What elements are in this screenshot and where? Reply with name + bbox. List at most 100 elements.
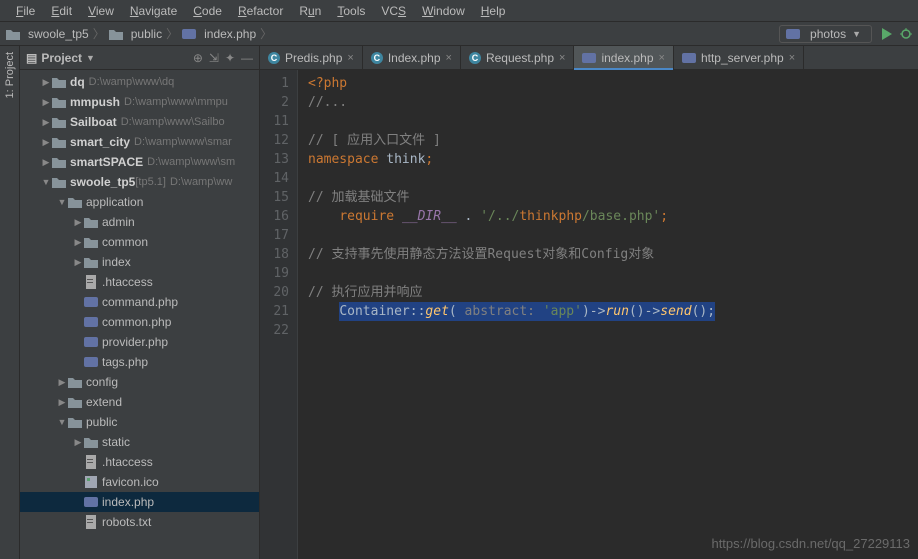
tool-window-stripe: 1: Project	[0, 46, 20, 559]
tree-row[interactable]: index.php	[20, 492, 259, 512]
editor-tab[interactable]: index.php×	[574, 46, 673, 69]
hide-icon[interactable]: —	[241, 51, 253, 65]
project-tool-tab[interactable]: 1: Project	[4, 52, 16, 98]
chevron-down-icon[interactable]: ▼	[86, 53, 95, 63]
dir-icon	[52, 135, 66, 149]
expand-arrow-icon[interactable]: ▶	[72, 237, 84, 248]
menu-navigate[interactable]: Navigate	[122, 2, 185, 20]
tree-row[interactable]: command.php	[20, 292, 259, 312]
breadcrumb-item[interactable]: index.php	[182, 27, 256, 41]
menu-refactor[interactable]: Refactor	[230, 2, 291, 20]
tree-label: config	[86, 375, 118, 389]
expand-arrow-icon[interactable]: ▶	[40, 137, 52, 148]
expand-arrow-icon[interactable]: ▶	[40, 117, 52, 128]
menu-help[interactable]: Help	[473, 2, 514, 20]
menu-tools[interactable]: Tools	[329, 2, 373, 20]
editor-tab[interactable]: http_server.php ×	[674, 46, 804, 69]
expand-arrow-icon[interactable]: ▶	[72, 217, 84, 228]
tree-label: .htaccess	[102, 455, 153, 469]
breadcrumb-item[interactable]: public	[109, 27, 162, 41]
debug-button[interactable]	[900, 28, 912, 40]
line-number: 15	[260, 188, 289, 207]
tree-label: tags.php	[102, 355, 148, 369]
breadcrumb-item[interactable]: swoole_tp5	[6, 27, 89, 41]
menu-bar: File Edit View Navigate Code Refactor Ru…	[0, 0, 918, 22]
editor-tab[interactable]: CPredis.php×	[260, 46, 363, 69]
expand-arrow-icon[interactable]: ▼	[56, 197, 68, 207]
tree-label: static	[102, 435, 130, 449]
menu-view[interactable]: View	[80, 2, 122, 20]
tree-row[interactable]: ▶ extend	[20, 392, 259, 412]
project-tree[interactable]: ▶dqD:\wamp\www\dq▶mmpushD:\wamp\www\mmpu…	[20, 70, 259, 559]
close-icon[interactable]: ×	[446, 52, 452, 64]
expand-arrow-icon[interactable]: ▼	[56, 417, 68, 427]
close-icon[interactable]: ×	[347, 52, 353, 64]
tree-row[interactable]: robots.txt	[20, 512, 259, 532]
tree-row[interactable]: ▼application	[20, 192, 259, 212]
tree-label: index.php	[102, 495, 154, 509]
editor-content[interactable]: <?php //... // [ 应用入口文件 ] namespace thin…	[298, 70, 918, 559]
run-button[interactable]	[880, 28, 892, 40]
tree-row[interactable]: ▶SailboatD:\wamp\www\Sailbo	[20, 112, 259, 132]
expand-arrow-icon[interactable]: ▶	[40, 77, 52, 88]
close-icon[interactable]: ×	[559, 52, 565, 64]
php-icon	[84, 315, 98, 329]
chevron-down-icon: ▼	[852, 29, 861, 39]
tree-label: extend	[86, 395, 122, 409]
tree-row[interactable]: ▶ config	[20, 372, 259, 392]
menu-run[interactable]: Run	[291, 2, 329, 20]
tree-row[interactable]: .htaccess	[20, 272, 259, 292]
tree-label: swoole_tp5	[70, 175, 135, 189]
chevron-right-icon: 〉	[166, 25, 178, 42]
tree-row[interactable]: provider.php	[20, 332, 259, 352]
project-panel-header: ▤ Project ▼ ⊕ ⇲ ✦ —	[20, 46, 259, 70]
expand-arrow-icon[interactable]: ▶	[40, 97, 52, 108]
expand-arrow-icon[interactable]: ▶	[72, 437, 84, 448]
ico-icon	[84, 475, 98, 489]
editor-tab[interactable]: CRequest.php×	[461, 46, 575, 69]
breadcrumb-label: swoole_tp5	[28, 27, 89, 41]
tree-row[interactable]: ▼swoole_tp5 [tp5.1]D:\wamp\ww	[20, 172, 259, 192]
tree-row[interactable]: ▶dqD:\wamp\www\dq	[20, 72, 259, 92]
editor-tab[interactable]: CIndex.php×	[363, 46, 461, 69]
close-icon[interactable]: ×	[789, 52, 795, 64]
tree-row[interactable]: common.php	[20, 312, 259, 332]
menu-code[interactable]: Code	[185, 2, 230, 20]
tree-label: Sailboat	[70, 115, 117, 129]
tree-row[interactable]: ▶admin	[20, 212, 259, 232]
tree-row[interactable]: ▶smart_cityD:\wamp\www\smar	[20, 132, 259, 152]
tree-row[interactable]: tags.php	[20, 352, 259, 372]
gear-icon[interactable]: ✦	[225, 51, 235, 65]
tree-label: smartSPACE	[70, 155, 143, 169]
menu-window[interactable]: Window	[414, 2, 473, 20]
tab-label: Index.php	[388, 51, 441, 65]
expand-arrow-icon[interactable]: ▶	[56, 377, 68, 388]
expand-arrow-icon[interactable]: ▶	[72, 257, 84, 268]
menu-file[interactable]: File	[8, 2, 43, 20]
tree-label: command.php	[102, 295, 178, 309]
tree-row[interactable]: ▶common	[20, 232, 259, 252]
run-configuration-dropdown[interactable]: photos ▼	[779, 25, 872, 43]
menu-vcs[interactable]: VCS	[373, 2, 414, 20]
run-config-label: photos	[810, 27, 846, 41]
close-icon[interactable]: ×	[659, 52, 665, 64]
menu-edit[interactable]: Edit	[43, 2, 80, 20]
expand-arrow-icon[interactable]: ▶	[56, 397, 68, 408]
editor[interactable]: 12111213141516171819202122 <?php //... /…	[260, 70, 918, 559]
tree-row[interactable]: ▶index	[20, 252, 259, 272]
locate-icon[interactable]: ⊕	[193, 51, 203, 65]
tree-row[interactable]: ▶ static	[20, 432, 259, 452]
tree-row[interactable]: favicon.ico	[20, 472, 259, 492]
dir-icon	[52, 95, 66, 109]
tab-label: http_server.php	[701, 51, 784, 65]
expand-arrow-icon[interactable]: ▼	[40, 177, 52, 187]
line-number: 16	[260, 207, 289, 226]
expand-arrow-icon[interactable]: ▶	[40, 157, 52, 168]
project-tool-window: ▤ Project ▼ ⊕ ⇲ ✦ — ▶dqD:\wamp\www\dq▶mm…	[20, 46, 260, 559]
tree-row[interactable]: ▼public	[20, 412, 259, 432]
tree-row[interactable]: .htaccess	[20, 452, 259, 472]
tree-row[interactable]: ▶mmpushD:\wamp\www\mmpu	[20, 92, 259, 112]
collapse-icon[interactable]: ⇲	[209, 51, 219, 65]
tree-row[interactable]: ▶smartSPACED:\wamp\www\sm	[20, 152, 259, 172]
dir-icon	[52, 155, 66, 169]
